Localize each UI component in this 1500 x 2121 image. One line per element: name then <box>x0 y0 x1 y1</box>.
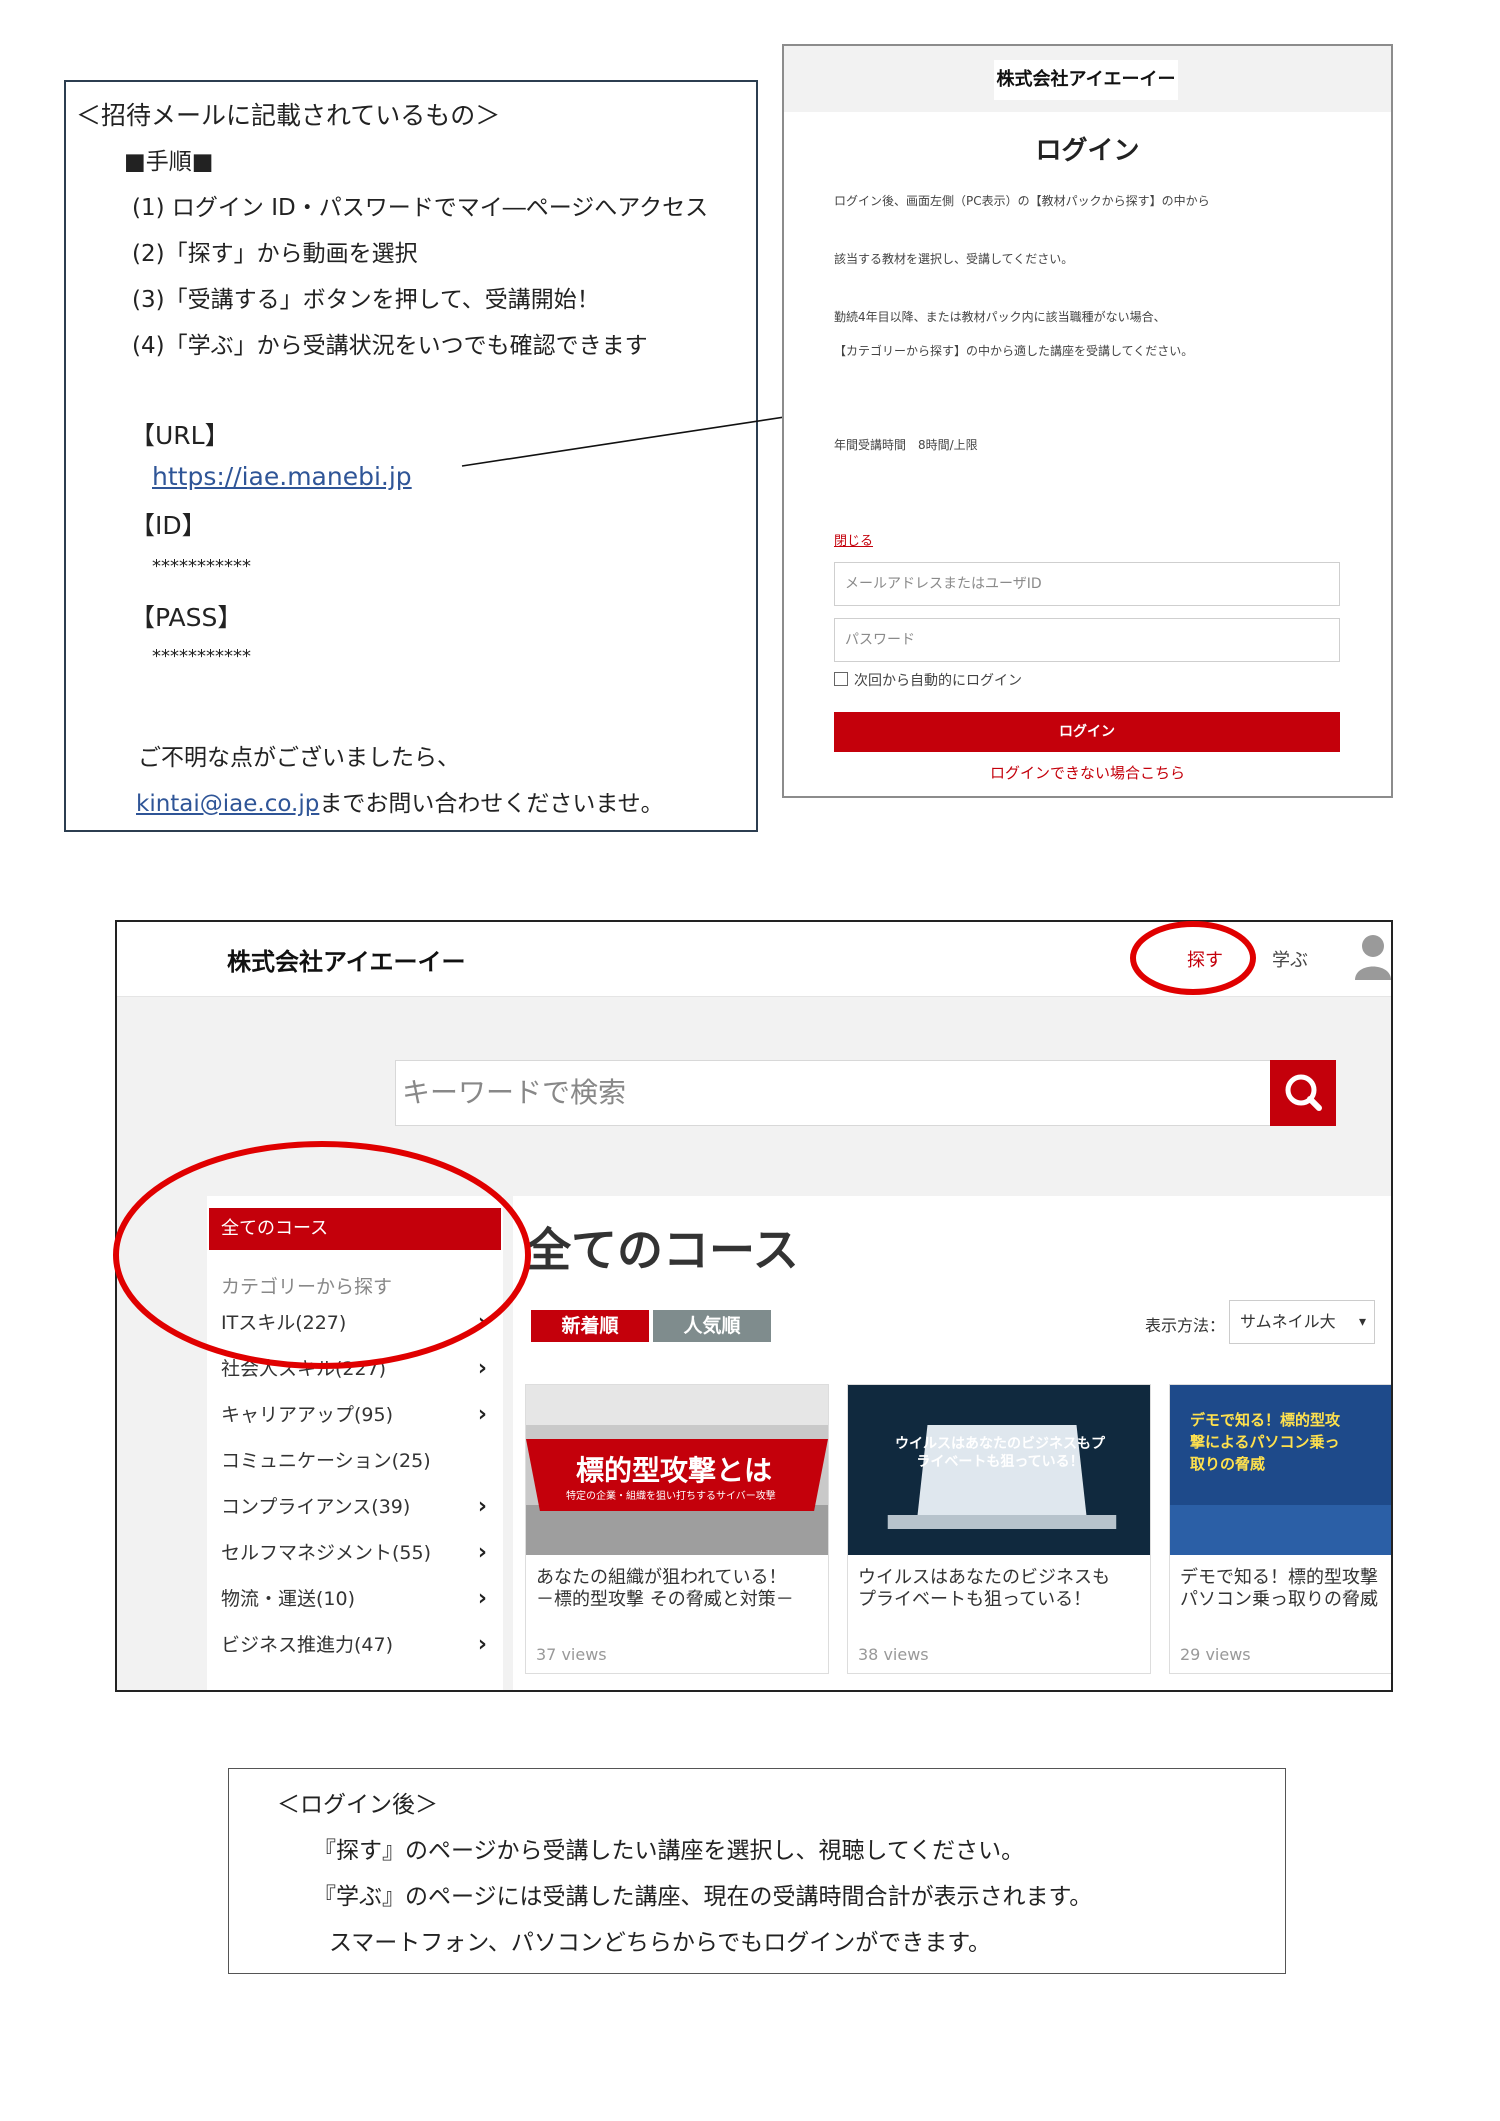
after-login-box: ＜ログイン後＞ 『探す』のページから受講したい講座を選択し、視聴してください。 … <box>228 1768 1286 1974</box>
highlight-find-ellipse <box>1130 921 1256 995</box>
after-line-3: スマートフォン、パソコンどちらからでもログインができます。 <box>329 1930 991 1956</box>
after-line-2: 『学ぶ』のページには受講した講座、現在の受講時間合計が表示されます。 <box>313 1884 1093 1910</box>
highlight-sidebar-ellipse <box>113 1141 531 1369</box>
after-heading: ＜ログイン後＞ <box>277 1792 438 1818</box>
after-line-1: 『探す』のページから受講したい講座を選択し、視聴してください。 <box>313 1838 1025 1864</box>
